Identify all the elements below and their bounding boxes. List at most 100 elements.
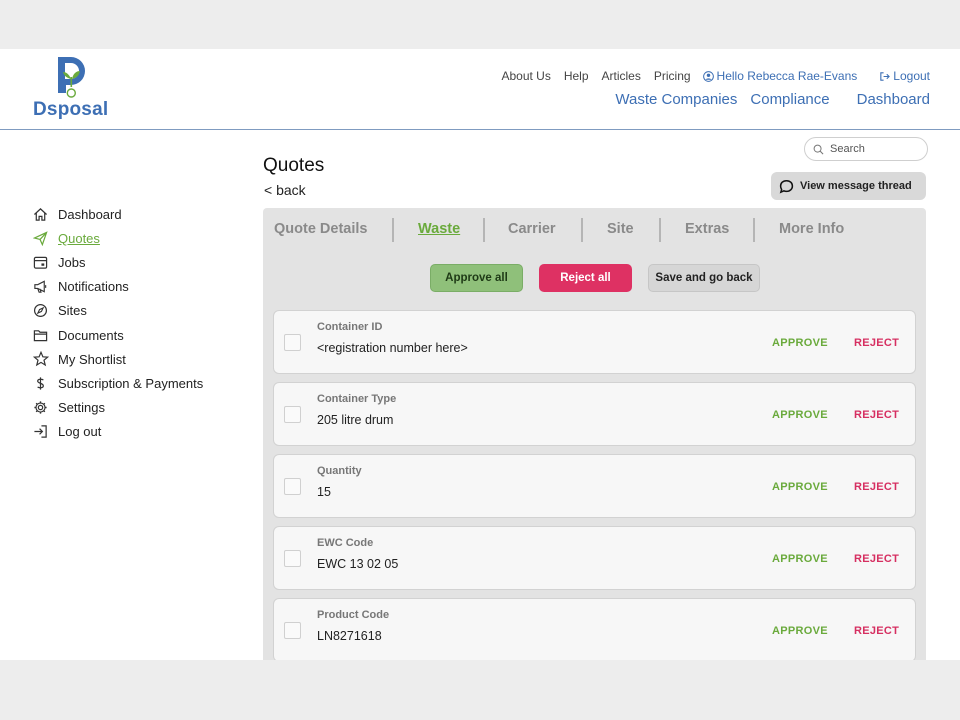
- sidebar-item-label: Jobs: [58, 254, 86, 270]
- approve-button[interactable]: APPROVE: [772, 625, 828, 637]
- sidebar-item-label: Quotes: [58, 230, 100, 246]
- search-icon: [813, 144, 824, 155]
- search-placeholder: Search: [830, 143, 865, 155]
- sidebar-item-label: My Shortlist: [58, 351, 126, 367]
- row-checkbox[interactable]: [284, 550, 301, 567]
- approve-all-button[interactable]: Approve all: [430, 264, 523, 292]
- sidebar-item-label: Documents: [58, 327, 124, 343]
- nav-about-us[interactable]: About Us: [501, 69, 550, 83]
- sidebar-item-notifications[interactable]: Notifications: [32, 275, 203, 299]
- logout-label: Logout: [893, 69, 930, 83]
- tab-extras[interactable]: Extras: [685, 221, 729, 237]
- tab-waste[interactable]: Waste: [418, 221, 460, 237]
- approve-button[interactable]: APPROVE: [772, 337, 828, 349]
- tab-divider: [753, 218, 755, 242]
- logo-text: Dsposal: [33, 99, 109, 120]
- field-label: Product Code: [317, 609, 390, 621]
- approve-button[interactable]: APPROVE: [772, 481, 828, 493]
- paper-plane-icon: [32, 230, 49, 247]
- quote-panel: Quote Details Waste Carrier Site Extras …: [263, 208, 926, 660]
- sidebar-item-label: Subscription & Payments: [58, 375, 204, 391]
- tab-divider: [392, 218, 394, 242]
- nav-articles[interactable]: Articles: [602, 69, 641, 83]
- approve-button[interactable]: APPROVE: [772, 409, 828, 421]
- sidebar-item-log-out[interactable]: Log out: [32, 420, 203, 444]
- user-greeting[interactable]: Hello Rebecca Rae-Evans: [702, 69, 858, 83]
- tab-bar: Quote Details Waste Carrier Site Extras …: [263, 218, 926, 242]
- row-checkbox[interactable]: [284, 406, 301, 423]
- logout-link[interactable]: Logout: [879, 69, 930, 83]
- nav-dashboard[interactable]: Dashboard: [857, 91, 930, 108]
- field-value: <registration number here>: [317, 341, 468, 355]
- reject-all-button[interactable]: Reject all: [539, 264, 632, 292]
- reject-button[interactable]: REJECT: [854, 553, 899, 565]
- sidebar-item-quotes[interactable]: Quotes: [32, 226, 203, 250]
- sidebar-item-my-shortlist[interactable]: My Shortlist: [32, 347, 203, 371]
- view-message-thread-button[interactable]: View message thread: [771, 172, 926, 200]
- tab-more-info[interactable]: More Info: [779, 221, 844, 237]
- reject-button[interactable]: REJECT: [854, 337, 899, 349]
- field-label: Container Type: [317, 393, 397, 405]
- field-value: 15: [317, 485, 331, 499]
- field-label: EWC Code: [317, 537, 374, 549]
- nav-help[interactable]: Help: [564, 69, 589, 83]
- star-icon: [32, 351, 49, 368]
- field-row-product-code: Product Code LN8271618 APPROVE REJECT: [273, 598, 916, 660]
- row-checkbox[interactable]: [284, 478, 301, 495]
- reject-button[interactable]: REJECT: [854, 481, 899, 493]
- reject-button[interactable]: REJECT: [854, 625, 899, 637]
- save-and-go-back-button[interactable]: Save and go back: [648, 264, 760, 292]
- field-value: LN8271618: [317, 629, 382, 643]
- logout-icon: [880, 71, 891, 81]
- search-input[interactable]: Search: [804, 137, 928, 161]
- row-checkbox[interactable]: [284, 622, 301, 639]
- sidebar: Dashboard Quotes Jobs Notifications Site…: [32, 202, 203, 444]
- sidebar-item-label: Notifications: [58, 279, 129, 295]
- field-row-quantity: Quantity 15 APPROVE REJECT: [273, 454, 916, 518]
- nav-compliance[interactable]: Compliance: [750, 91, 829, 108]
- gear-icon: [32, 399, 49, 416]
- sidebar-item-jobs[interactable]: Jobs: [32, 250, 203, 274]
- megaphone-icon: [32, 278, 49, 295]
- field-value: EWC 13 02 05: [317, 557, 399, 571]
- home-icon: [32, 206, 49, 223]
- tab-divider: [581, 218, 583, 242]
- field-label: Container ID: [317, 321, 383, 333]
- field-value: 205 litre drum: [317, 413, 394, 427]
- sidebar-item-label: Dashboard: [58, 206, 122, 222]
- tab-carrier[interactable]: Carrier: [508, 221, 556, 237]
- tab-divider: [483, 218, 485, 242]
- sidebar-item-label: Settings: [58, 400, 105, 416]
- field-row-container-id: Container ID <registration number here> …: [273, 310, 916, 374]
- reject-button[interactable]: REJECT: [854, 409, 899, 421]
- nav-waste-companies[interactable]: Waste Companies: [615, 91, 737, 108]
- field-label: Quantity: [317, 465, 362, 477]
- dollar-icon: [32, 375, 49, 392]
- speech-bubble-icon: [779, 179, 794, 194]
- tab-divider: [659, 218, 661, 242]
- row-checkbox[interactable]: [284, 334, 301, 351]
- user-icon: [702, 70, 714, 82]
- compass-icon: [32, 302, 49, 319]
- field-row-ewc-code: EWC Code EWC 13 02 05 APPROVE REJECT: [273, 526, 916, 590]
- top-nav: About Us Help Articles Pricing Hello Reb…: [488, 69, 930, 83]
- user-name: Hello Rebecca Rae-Evans: [716, 69, 858, 83]
- tab-site[interactable]: Site: [607, 221, 634, 237]
- approve-button[interactable]: APPROVE: [772, 553, 828, 565]
- sidebar-item-label: Sites: [58, 303, 87, 319]
- sidebar-item-settings[interactable]: Settings: [32, 396, 203, 420]
- logout-icon: [32, 423, 49, 440]
- tab-quote-details[interactable]: Quote Details: [274, 221, 367, 237]
- sidebar-item-sites[interactable]: Sites: [32, 299, 203, 323]
- sidebar-item-label: Log out: [58, 424, 102, 440]
- header: Dsposal About Us Help Articles Pricing H…: [0, 49, 960, 130]
- sidebar-item-dashboard[interactable]: Dashboard: [32, 202, 203, 226]
- calendar-icon: [32, 254, 49, 271]
- logo[interactable]: Dsposal: [33, 55, 117, 120]
- sidebar-item-subscription-payments[interactable]: Subscription & Payments: [32, 371, 203, 395]
- page: Dsposal About Us Help Articles Pricing H…: [0, 49, 960, 660]
- field-row-container-type: Container Type 205 litre drum APPROVE RE…: [273, 382, 916, 446]
- back-link[interactable]: < back: [264, 182, 306, 198]
- nav-pricing[interactable]: Pricing: [654, 69, 691, 83]
- sidebar-item-documents[interactable]: Documents: [32, 323, 203, 347]
